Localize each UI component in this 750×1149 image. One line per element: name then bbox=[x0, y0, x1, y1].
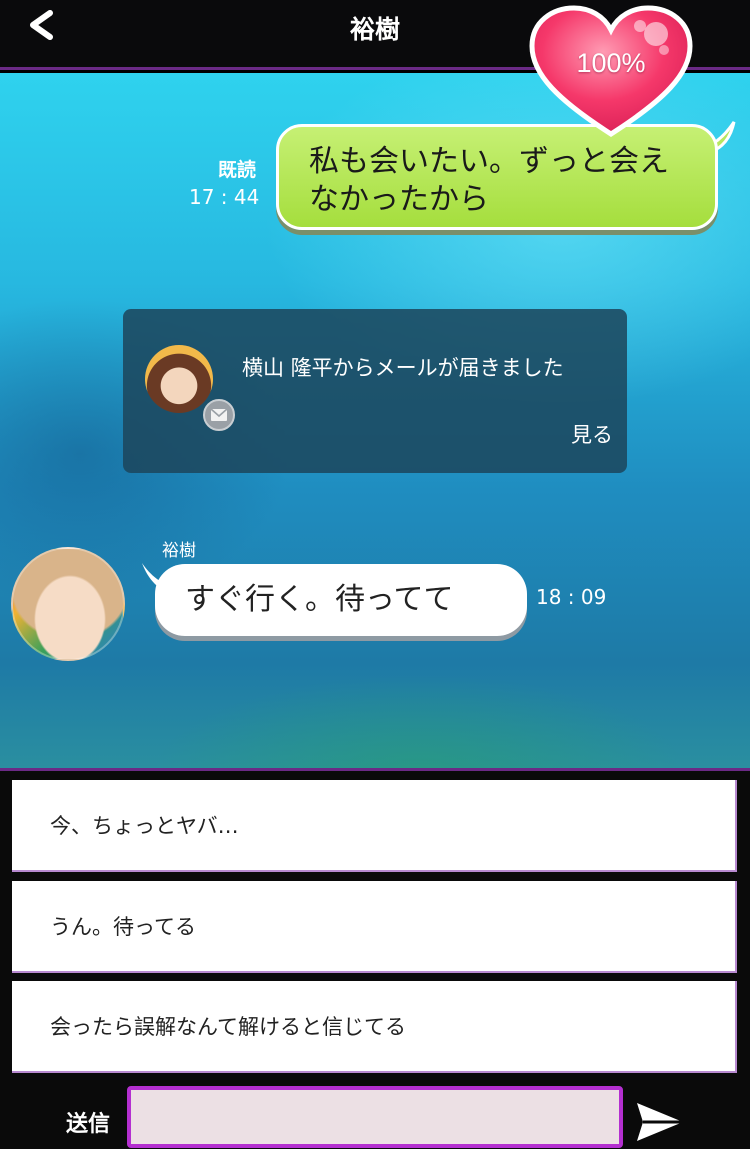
mail-badge bbox=[203, 399, 235, 431]
incoming-message: すぐ行く。待ってて bbox=[155, 564, 527, 636]
message-text-line: なかったから bbox=[309, 182, 489, 217]
send-button[interactable] bbox=[634, 1100, 686, 1144]
mail-notification[interactable]: 横山 隆平からメールが届きました 見る bbox=[123, 309, 627, 473]
reply-options: 今、ちょっとヤバ… うん。待ってる 会ったら誤解なんて解けると信じてる bbox=[0, 768, 750, 1076]
view-link[interactable]: 見る bbox=[571, 419, 613, 449]
message-input[interactable] bbox=[127, 1086, 623, 1148]
affection-gauge: 100% bbox=[528, 4, 694, 140]
chat-area[interactable]: 既読 17 : 44 私も会いたい。ずっと会え なかったから 横山 隆平からメー… bbox=[0, 73, 750, 768]
notification-text: 横山 隆平からメールが届きました bbox=[242, 356, 564, 380]
read-receipt: 既読 bbox=[218, 159, 257, 181]
affection-percent: 100% bbox=[576, 48, 646, 78]
avatar bbox=[145, 345, 213, 413]
message-time: 18 : 09 bbox=[536, 585, 607, 609]
avatar[interactable] bbox=[11, 547, 125, 661]
reply-option[interactable]: 今、ちょっとヤバ… bbox=[12, 780, 737, 872]
message-time: 17 : 44 bbox=[189, 185, 260, 209]
sender-name: 裕樹 bbox=[162, 541, 196, 561]
input-bar: 送信 bbox=[0, 1076, 750, 1149]
mail-icon bbox=[210, 408, 228, 421]
reply-option[interactable]: うん。待ってる bbox=[12, 881, 737, 973]
send-label: 送信 bbox=[66, 1112, 111, 1137]
paper-plane-icon bbox=[637, 1103, 683, 1141]
message-text-line: 私も会いたい。ずっと会え bbox=[309, 144, 669, 179]
reply-option[interactable]: 会ったら誤解なんて解けると信じてる bbox=[12, 981, 737, 1073]
